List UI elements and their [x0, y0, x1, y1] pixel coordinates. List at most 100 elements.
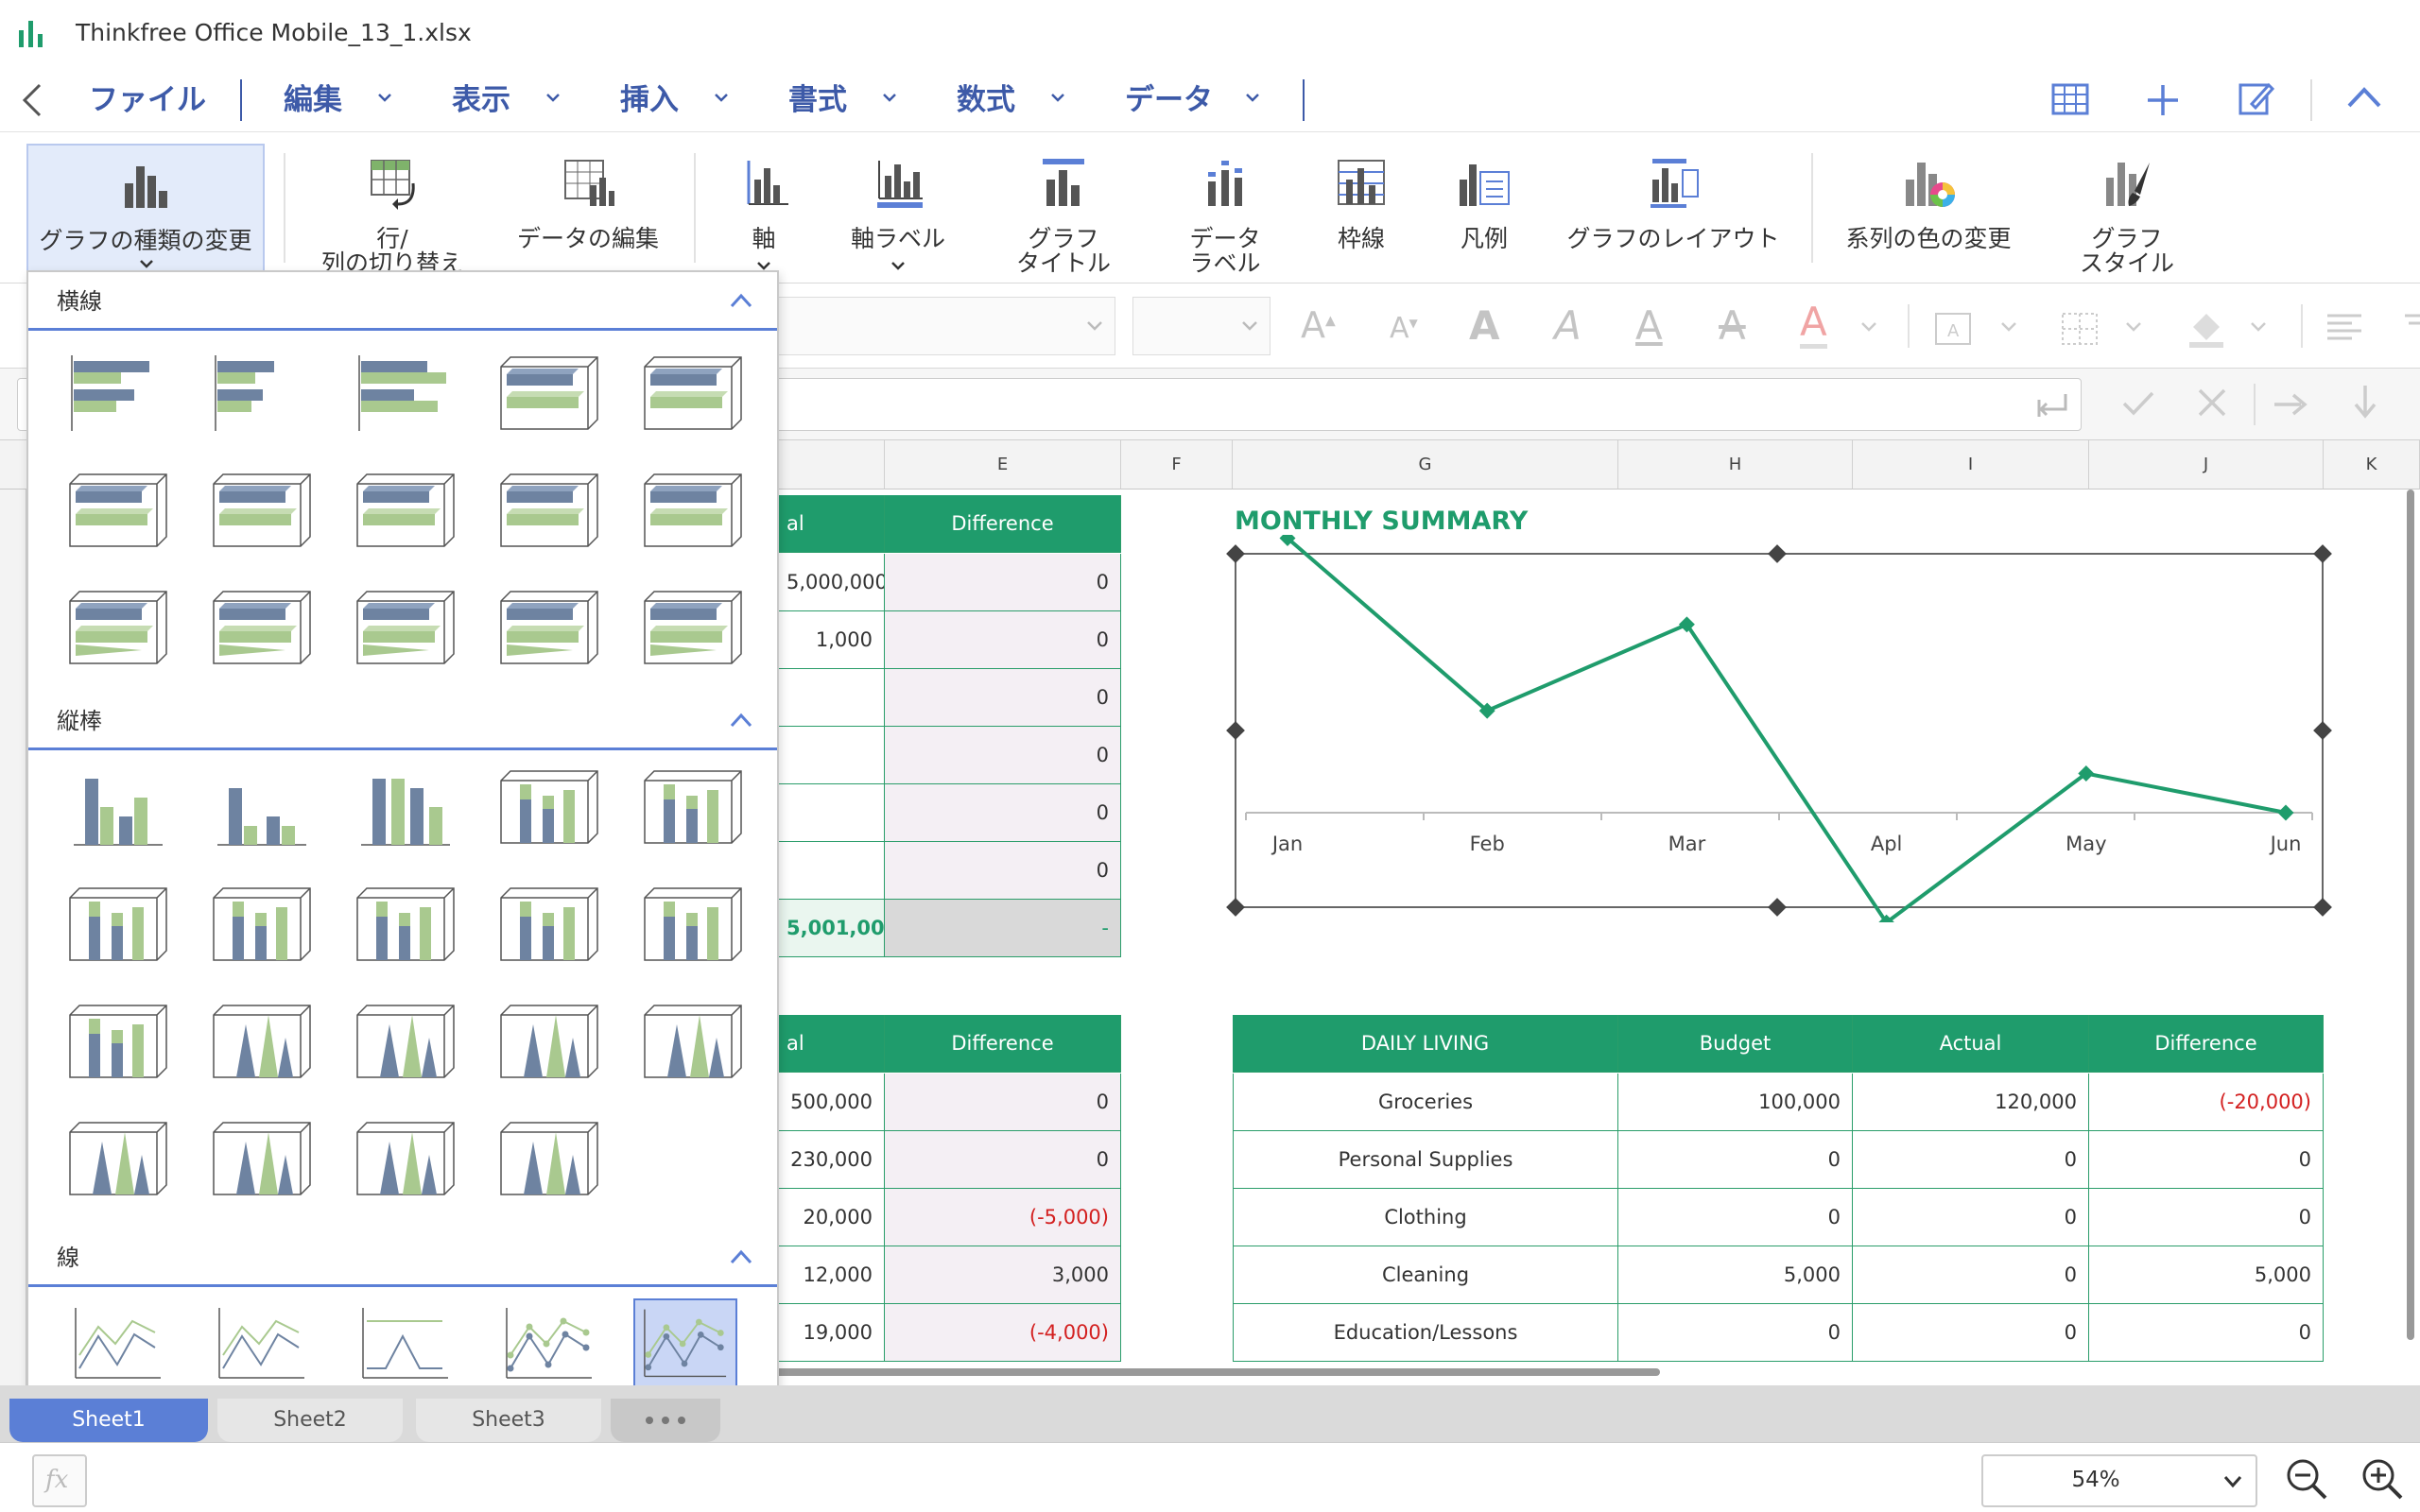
- table2-header-actual[interactable]: al: [775, 1015, 885, 1073]
- table2-actual-cell[interactable]: 20,000: [775, 1189, 885, 1246]
- daily-header-budget[interactable]: Budget: [1618, 1015, 1853, 1073]
- chart-type-column-1[interactable]: [66, 762, 170, 850]
- column-header-e[interactable]: E: [885, 440, 1121, 490]
- change-chart-type-button[interactable]: グラフの種類の変更: [26, 144, 265, 272]
- chart-type-horizontal-6[interactable]: [66, 465, 170, 554]
- chart-type-horizontal-4[interactable]: [497, 348, 601, 437]
- column-header-h[interactable]: H: [1618, 440, 1853, 490]
- chart-type-column-6[interactable]: [66, 879, 170, 968]
- chart-type-column-16[interactable]: [66, 1113, 170, 1202]
- chart-type-line-4[interactable]: [497, 1298, 601, 1387]
- chart-style-button[interactable]: グラフ スタイル: [2061, 144, 2193, 276]
- enter-icon[interactable]: [2037, 392, 2069, 419]
- arrow-down-icon[interactable]: [2352, 384, 2378, 421]
- menu-edit[interactable]: 編集: [284, 77, 342, 123]
- chart-type-horizontal-14[interactable]: [497, 582, 601, 671]
- data-labels-button[interactable]: データ ラベル: [1168, 144, 1282, 276]
- table1-difference-cell[interactable]: 0: [885, 611, 1121, 669]
- chart-type-column-18[interactable]: [354, 1113, 458, 1202]
- chart-type-horizontal-13[interactable]: [354, 582, 458, 671]
- table1-difference-cell[interactable]: 0: [885, 669, 1121, 727]
- add-icon[interactable]: [2144, 81, 2182, 119]
- chart-type-horizontal-12[interactable]: [210, 582, 314, 671]
- daily-budget-cell[interactable]: 0: [1618, 1131, 1853, 1189]
- underline-icon[interactable]: A: [1635, 302, 1663, 349]
- chart-type-column-4[interactable]: [497, 762, 601, 850]
- grid-view-icon[interactable]: [2051, 81, 2089, 117]
- bold-icon[interactable]: A: [1469, 302, 1500, 349]
- daily-category-cell[interactable]: Personal Supplies: [1233, 1131, 1618, 1189]
- font-color-icon[interactable]: A: [1800, 301, 1827, 349]
- chevron-down-icon[interactable]: [2000, 321, 2017, 333]
- column-header-f[interactable]: F: [1121, 440, 1233, 490]
- table1-header-difference[interactable]: Difference: [885, 495, 1121, 553]
- chart-type-line-3[interactable]: [354, 1298, 458, 1387]
- sheet-tab-2[interactable]: Sheet2: [217, 1399, 403, 1442]
- cell-style-icon[interactable]: A: [1934, 312, 1972, 346]
- zoom-in-icon[interactable]: [2360, 1456, 2405, 1502]
- daily-header-category[interactable]: DAILY LIVING: [1233, 1015, 1618, 1073]
- chart-type-horizontal-9[interactable]: [497, 465, 601, 554]
- arrow-right-icon[interactable]: [2273, 391, 2310, 418]
- menu-file[interactable]: ファイル: [89, 77, 206, 123]
- chevron-down-icon[interactable]: [1860, 321, 1877, 333]
- chevron-down-icon[interactable]: [1246, 91, 1259, 104]
- chart-type-column-8[interactable]: [354, 879, 458, 968]
- daily-difference-cell[interactable]: 0: [2089, 1304, 2324, 1362]
- back-icon[interactable]: [21, 83, 43, 117]
- column-header-j[interactable]: J: [2089, 440, 2324, 490]
- table2-difference-cell[interactable]: (-5,000): [885, 1189, 1121, 1246]
- chart-title[interactable]: MONTHLY SUMMARY: [1235, 507, 1528, 536]
- table2-difference-cell[interactable]: 0: [885, 1074, 1121, 1131]
- table2-actual-cell[interactable]: 19,000: [775, 1304, 885, 1362]
- column-header-g[interactable]: G: [1233, 440, 1618, 490]
- daily-actual-cell[interactable]: 0: [1853, 1131, 2089, 1189]
- align-center-icon[interactable]: [2401, 312, 2420, 344]
- sheet-tab-3[interactable]: Sheet3: [416, 1399, 601, 1442]
- chart-type-column-9[interactable]: [497, 879, 601, 968]
- axis-labels-button[interactable]: 軸ラベル: [832, 144, 964, 272]
- chart-type-horizontal-5[interactable]: [641, 348, 745, 437]
- table1-difference-cell[interactable]: 0: [885, 784, 1121, 842]
- table1-header-actual[interactable]: al: [775, 495, 885, 553]
- chart-type-column-10[interactable]: [641, 879, 745, 968]
- table1-actual-cell[interactable]: [775, 842, 885, 900]
- daily-header-difference[interactable]: Difference: [2089, 1015, 2324, 1073]
- chevron-up-icon[interactable]: [730, 1249, 752, 1264]
- table1-actual-cell[interactable]: [775, 784, 885, 842]
- daily-category-cell[interactable]: Groceries: [1233, 1074, 1618, 1131]
- table1-actual-cell[interactable]: 5,000,000: [775, 554, 885, 611]
- menu-view[interactable]: 表示: [452, 77, 510, 123]
- chevron-down-icon[interactable]: [1086, 320, 1103, 332]
- chevron-down-icon[interactable]: [715, 91, 728, 104]
- chart-type-horizontal-8[interactable]: [354, 465, 458, 554]
- chevron-down-icon[interactable]: [2250, 321, 2267, 333]
- legend-button[interactable]: 凡例: [1437, 144, 1531, 272]
- daily-difference-cell[interactable]: 5,000: [2089, 1246, 2324, 1304]
- daily-header-actual[interactable]: Actual: [1853, 1015, 2089, 1073]
- chevron-down-icon[interactable]: [1051, 91, 1064, 104]
- daily-actual-cell[interactable]: 0: [1853, 1246, 2089, 1304]
- menu-insert[interactable]: 挿入: [620, 77, 679, 123]
- table2-difference-cell[interactable]: 3,000: [885, 1246, 1121, 1304]
- strikethrough-icon[interactable]: A: [1719, 302, 1746, 349]
- chart-layout-button[interactable]: グラフのレイアウト: [1560, 144, 1787, 272]
- chart-type-column-19[interactable]: [497, 1113, 601, 1202]
- cancel-icon[interactable]: [2197, 387, 2227, 418]
- edit-data-button[interactable]: データの編集: [501, 144, 675, 272]
- chevron-down-icon[interactable]: [2125, 321, 2142, 333]
- table2-difference-cell[interactable]: 0: [885, 1131, 1121, 1189]
- chart-type-column-3[interactable]: [354, 762, 458, 850]
- section-header-horizontal-bar[interactable]: 横線: [28, 272, 777, 331]
- chart-type-column-14[interactable]: [497, 996, 601, 1085]
- align-left-icon[interactable]: [2325, 312, 2363, 344]
- chart-type-line-2[interactable]: [210, 1298, 314, 1387]
- fill-color-icon[interactable]: [2184, 306, 2227, 350]
- table1-difference-cell[interactable]: 0: [885, 727, 1121, 784]
- change-series-color-button[interactable]: 系列の色の変更: [1834, 144, 2023, 272]
- column-header-i[interactable]: I: [1853, 440, 2089, 490]
- daily-category-cell[interactable]: Cleaning: [1233, 1246, 1618, 1304]
- chart-type-horizontal-2[interactable]: [210, 348, 314, 437]
- table1-actual-cell[interactable]: [775, 669, 885, 727]
- daily-actual-cell[interactable]: 0: [1853, 1189, 2089, 1246]
